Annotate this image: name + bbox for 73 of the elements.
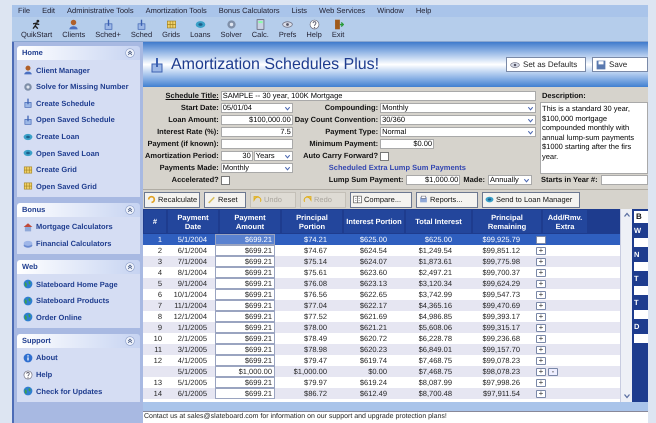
floppy-icon — [596, 60, 606, 70]
compare-icon — [353, 195, 362, 204]
scroll-up-icon[interactable] — [622, 211, 630, 219]
add-button[interactable] — [536, 236, 546, 244]
redo-icon — [303, 195, 312, 204]
add-button[interactable]: + — [536, 324, 546, 332]
document-icon — [149, 56, 165, 72]
add-button[interactable]: + — [536, 356, 546, 364]
add-button[interactable]: + — [536, 302, 546, 310]
eye-icon — [282, 19, 294, 30]
help-icon — [23, 370, 33, 380]
add-button[interactable]: + — [536, 312, 546, 320]
input-field[interactable] — [634, 262, 648, 271]
collapse-icon[interactable] — [125, 336, 135, 346]
page-title: Amortization Schedules Plus! — [171, 54, 380, 74]
add-button[interactable]: + — [536, 246, 546, 254]
header-button[interactable]: Save — [592, 57, 648, 72]
collapse-icon[interactable] — [125, 262, 135, 272]
document-icon — [23, 98, 33, 108]
disc-icon — [23, 148, 33, 158]
add-button[interactable]: + — [536, 378, 546, 386]
document-icon — [102, 19, 114, 30]
input-field[interactable] — [220, 139, 293, 149]
add-button[interactable]: + — [536, 334, 546, 342]
grid-icon — [23, 181, 33, 192]
runner-icon — [31, 19, 42, 30]
checkbox[interactable] — [220, 176, 230, 184]
disc-icon — [485, 195, 494, 204]
add-button[interactable]: + — [536, 290, 546, 298]
collapse-icon[interactable] — [125, 204, 135, 215]
gear-icon — [23, 82, 33, 92]
input-field[interactable] — [600, 175, 648, 185]
header-button[interactable]: Set as Defaults — [506, 57, 586, 72]
info-icon — [23, 353, 33, 364]
input-field[interactable] — [634, 334, 648, 343]
globe-icon — [23, 386, 33, 396]
door-icon — [332, 19, 344, 30]
add-button[interactable]: + — [536, 268, 546, 276]
add-button[interactable]: + — [536, 368, 546, 376]
help-icon — [308, 19, 320, 30]
grid-icon — [166, 19, 177, 30]
input-field[interactable] — [634, 310, 648, 319]
globe-icon — [23, 312, 33, 322]
person-icon — [23, 65, 33, 76]
scroll-down-icon[interactable] — [622, 392, 630, 400]
scrollbar[interactable] — [620, 209, 632, 402]
checkbox[interactable] — [380, 152, 390, 160]
disc-icon — [194, 19, 206, 30]
eraser-icon — [207, 195, 216, 204]
printer-icon — [419, 195, 428, 204]
calculator-icon — [254, 19, 266, 30]
refresh-icon — [147, 195, 156, 204]
grid-icon — [23, 164, 33, 175]
add-button[interactable]: + — [536, 258, 546, 266]
globe-icon — [23, 279, 33, 290]
side-button[interactable]: B — [634, 211, 648, 223]
coins-icon — [23, 238, 33, 249]
input-field[interactable] — [634, 286, 648, 295]
eye-icon — [510, 60, 520, 70]
document-icon — [23, 115, 33, 126]
add-button[interactable]: + — [536, 390, 546, 398]
gear-icon — [226, 19, 237, 30]
house-icon — [23, 222, 33, 232]
remove-button[interactable]: - — [548, 368, 558, 376]
disc-icon — [23, 132, 33, 142]
person-icon — [68, 19, 80, 30]
add-button[interactable]: + — [536, 346, 546, 354]
document-icon — [136, 19, 147, 30]
add-button[interactable]: + — [536, 280, 546, 288]
undo-icon — [253, 195, 262, 204]
collapse-icon[interactable] — [125, 48, 135, 58]
globe-icon — [23, 296, 33, 306]
input-field[interactable] — [634, 238, 648, 247]
